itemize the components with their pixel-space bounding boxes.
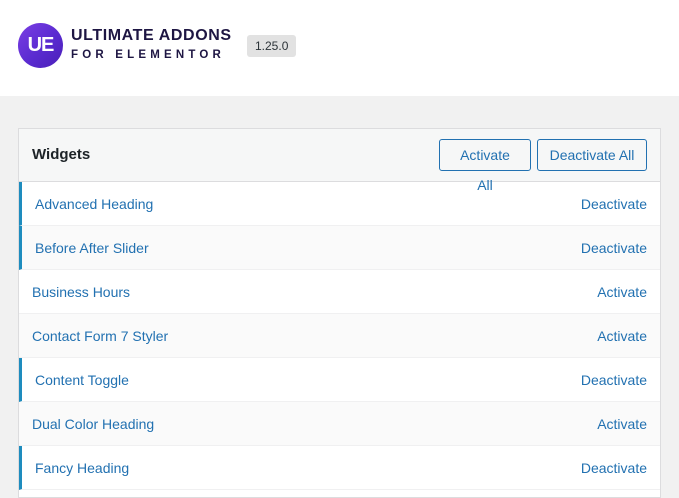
ue-logo-icon: UE [18, 23, 63, 68]
widget-action-link[interactable]: Activate [597, 284, 647, 300]
widget-row: Contact Form 7 Styler Activate [19, 314, 660, 358]
widget-row: Content Toggle Deactivate [19, 358, 660, 402]
widget-name-link[interactable]: Before After Slider [35, 240, 149, 256]
widget-name-link[interactable]: Fancy Heading [35, 460, 129, 476]
widget-row: Business Hours Activate [19, 270, 660, 314]
widget-action-link[interactable]: Activate [597, 328, 647, 344]
widget-name-link[interactable]: Business Hours [32, 284, 130, 300]
widget-name-link[interactable]: Contact Form 7 Styler [32, 328, 168, 344]
deactivate-all-button[interactable]: Deactivate All [537, 139, 647, 171]
widget-action-link[interactable]: Deactivate [581, 372, 647, 388]
widgets-panel: Widgets Activate All Deactivate All Adva… [18, 128, 661, 498]
plugin-header: UE ULTIMATE ADDONS FOR ELEMENTOR 1.25.0 [0, 0, 679, 96]
panel-title: Widgets [32, 146, 91, 163]
widget-name-link[interactable]: Dual Color Heading [32, 416, 154, 432]
widget-name-link[interactable]: Advanced Heading [35, 196, 153, 212]
activate-all-button[interactable]: Activate All [439, 139, 531, 193]
brand-name-line2: FOR ELEMENTOR [71, 49, 226, 61]
brand-name-line1: ULTIMATE ADDONS [71, 27, 232, 44]
widget-action-link[interactable]: Deactivate [581, 196, 647, 212]
widget-row: Fancy Heading Deactivate [19, 446, 660, 490]
widget-row: Advanced Heading Deactivate [19, 182, 660, 226]
widget-action-link[interactable]: Activate [597, 416, 647, 432]
version-badge: 1.25.0 [247, 35, 297, 57]
widgets-panel-header: Widgets Activate All Deactivate All [19, 129, 660, 193]
widget-name-link[interactable]: Content Toggle [35, 372, 129, 388]
widget-action-link[interactable]: Deactivate [581, 240, 647, 256]
widget-action-link[interactable]: Deactivate [581, 460, 647, 476]
widget-row: Dual Color Heading Activate [19, 402, 660, 446]
widget-row: Before After Slider Deactivate [19, 226, 660, 270]
brand-name: ULTIMATE ADDONS FOR ELEMENTOR [71, 27, 232, 63]
widgets-list: Advanced Heading Deactivate Before After… [19, 182, 660, 490]
